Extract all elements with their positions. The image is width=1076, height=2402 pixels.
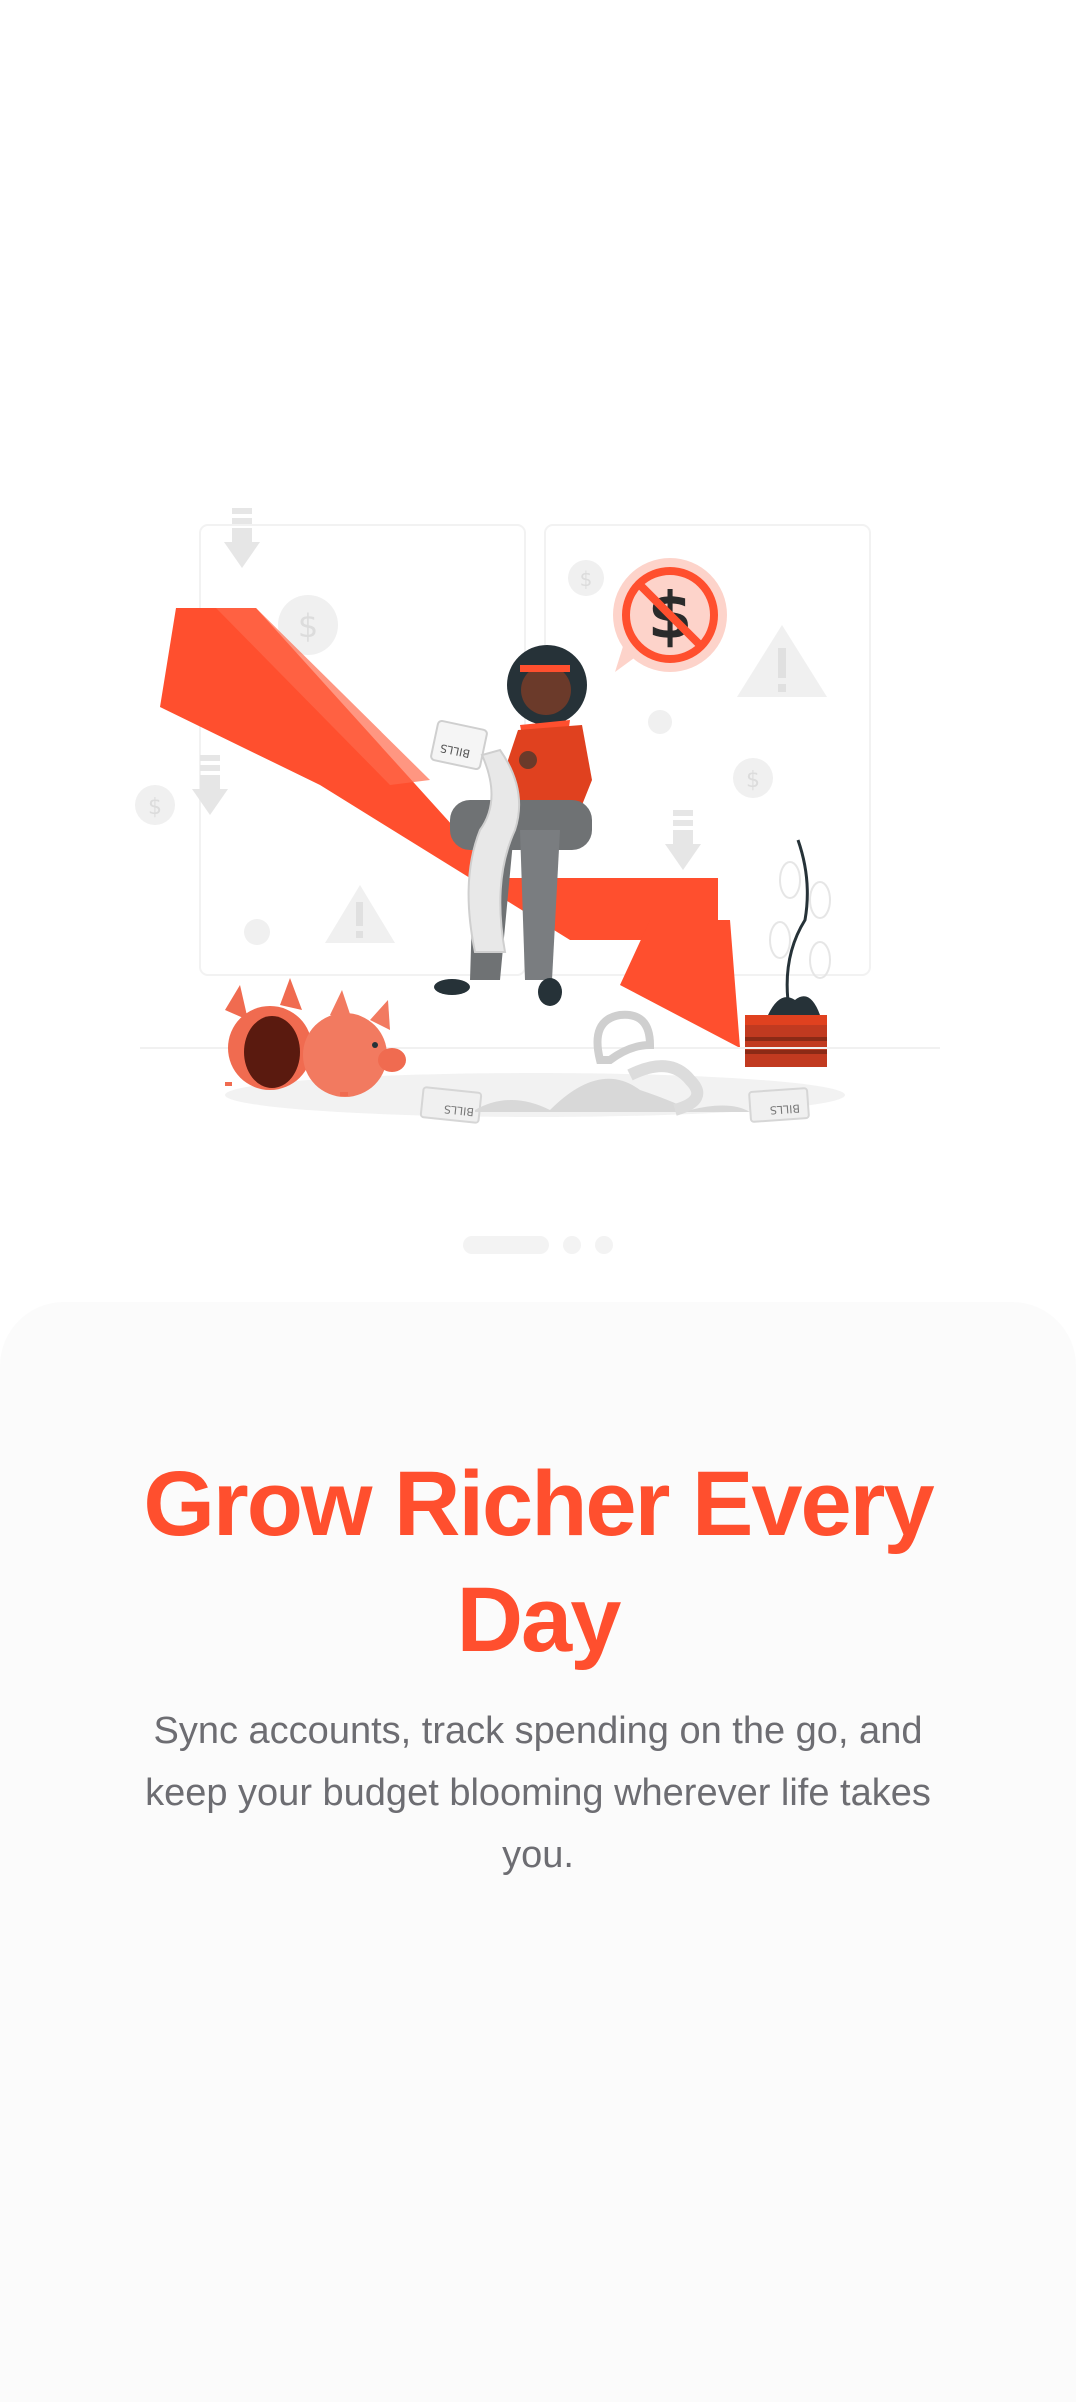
warning-icon [737,625,827,697]
svg-text:$: $ [746,768,760,793]
bill-receipt: BILLS [419,1086,483,1124]
page-indicator-dot-active[interactable] [463,1236,549,1254]
dollar-coin-icon [648,710,672,734]
no-dollar-icon: $ [613,558,727,672]
onboarding-title: Grow Richer Every Day [143,1453,934,1671]
svg-text:$: $ [298,607,318,645]
onboarding-illustration: $ $ $ $ $ BILLS [135,508,940,1124]
bill-receipt: BILLS [748,1087,810,1123]
svg-text:$: $ [580,567,593,591]
down-arrow-icon [665,810,701,870]
potted-plant-icon [745,839,831,1067]
piggy-bank-icon [225,978,406,1097]
dollar-coin-icon [244,919,270,945]
warning-icon [325,885,395,943]
down-arrow-icon [192,755,228,815]
dollar-coin-icon: $ [733,758,773,798]
svg-text:BILLS: BILLS [769,1102,800,1117]
dollar-coin-icon: $ [568,560,604,596]
page-indicator [0,1230,1076,1260]
onboarding-subtitle: Sync accounts, track spending on the go,… [145,1710,931,1876]
page-indicator-dot[interactable] [563,1236,581,1254]
down-arrow-icon [224,508,260,568]
svg-text:$: $ [148,795,162,820]
dollar-coin-icon: $ [135,785,175,825]
bill-scroll-pile [593,1010,655,1064]
page-indicator-dot[interactable] [595,1236,613,1254]
